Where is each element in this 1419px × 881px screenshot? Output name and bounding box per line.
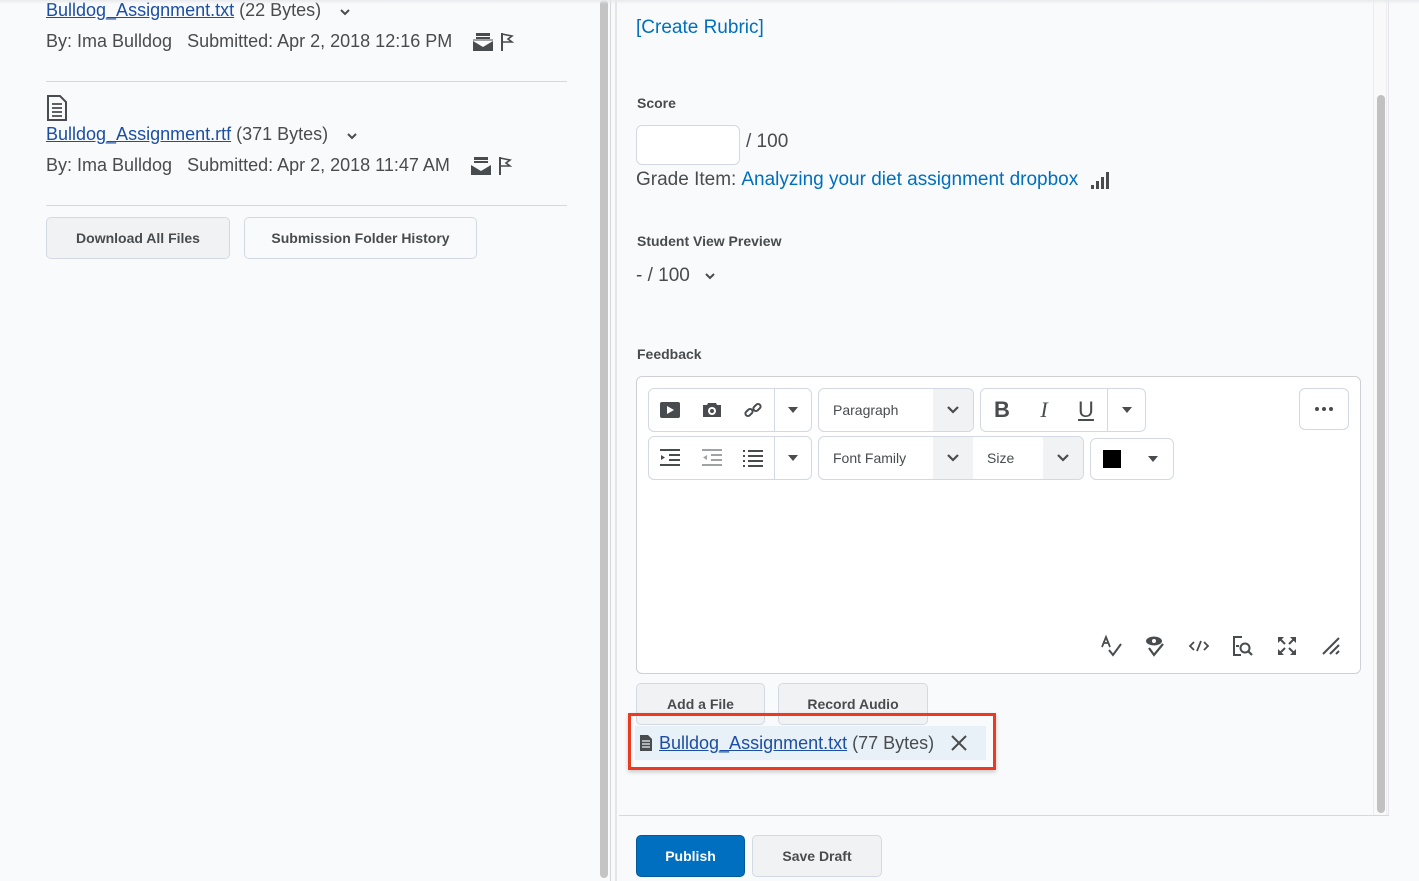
publish-button[interactable]: Publish: [636, 835, 745, 877]
score-input[interactable]: [636, 125, 740, 165]
ellipsis-icon: [1300, 389, 1348, 429]
student-view-value: - / 100: [636, 265, 690, 286]
score-label: Score: [637, 95, 676, 111]
submissions-pane: Bulldog_Assignment.txt (22 Bytes) By: Im…: [0, 0, 596, 881]
text-color-dropdown[interactable]: [1132, 439, 1173, 479]
outdent-icon[interactable]: [691, 437, 733, 479]
feedback-editor[interactable]: Paragraph B I U Font Family Size: [636, 376, 1361, 674]
submitted-date: Submitted: Apr 2, 2018 12:16 PM: [187, 31, 453, 51]
top-shadow: [0, 0, 1419, 4]
chevron-down-icon[interactable]: [933, 389, 973, 431]
more-options-button[interactable]: [1299, 388, 1349, 430]
footer-divider: [619, 815, 1389, 816]
source-code-icon[interactable]: [1188, 635, 1210, 657]
chevron-down-icon[interactable]: [1043, 437, 1083, 479]
divider: [46, 81, 567, 82]
submission-folder-history-button[interactable]: Submission Folder History: [244, 217, 477, 259]
create-rubric-link[interactable]: [Create Rubric]: [636, 17, 764, 39]
resize-handle-icon[interactable]: [1320, 635, 1342, 657]
mark-read-icon[interactable]: [472, 32, 494, 52]
accessibility-check-icon[interactable]: [1144, 635, 1166, 657]
font-family-select[interactable]: Font Family: [819, 437, 933, 479]
grade-item-link[interactable]: Analyzing your diet assignment dropbox: [741, 169, 1078, 191]
text-style-toolbar-group: B I U: [980, 388, 1146, 432]
pane-splitter[interactable]: [598, 0, 618, 881]
block-format-value: Paragraph: [833, 402, 899, 418]
bullet-list-icon[interactable]: [732, 437, 774, 479]
scrollbar[interactable]: [1373, 0, 1387, 815]
add-a-file-button[interactable]: Add a File: [636, 683, 765, 725]
bold-button[interactable]: B: [981, 389, 1023, 431]
insert-more-dropdown[interactable]: [774, 389, 811, 431]
document-icon: [639, 734, 653, 752]
underline-button[interactable]: U: [1065, 389, 1107, 431]
mark-read-icon[interactable]: [470, 156, 492, 176]
student-view-label: Student View Preview: [637, 233, 782, 249]
score-out-of: / 100: [746, 131, 789, 152]
submission-item: Bulldog_Assignment.txt (22 Bytes) By: Im…: [46, 0, 515, 52]
download-all-files-button[interactable]: Download All Files: [46, 217, 230, 259]
submission-file-link[interactable]: Bulldog_Assignment.rtf: [46, 124, 231, 145]
chevron-down-icon[interactable]: [339, 5, 351, 17]
block-format-select[interactable]: Paragraph: [818, 388, 974, 432]
preview-icon[interactable]: [1232, 635, 1254, 657]
text-color-picker[interactable]: [1090, 438, 1174, 480]
list-more-dropdown[interactable]: [774, 437, 811, 479]
text-style-more-dropdown[interactable]: [1107, 389, 1145, 431]
insert-link-icon[interactable]: [732, 389, 774, 431]
submitted-by: By: Ima Bulldog: [46, 155, 173, 175]
remove-attachment-icon[interactable]: [950, 734, 968, 752]
scrollbar-thumb[interactable]: [1377, 95, 1385, 813]
student-view-dropdown[interactable]: - / 100: [636, 265, 716, 287]
grade-item: Grade Item: Analyzing your diet assignme…: [636, 169, 1110, 191]
divider: [46, 205, 567, 206]
splitter-handle[interactable]: [600, 0, 608, 878]
list-toolbar-group: [648, 436, 812, 480]
spellcheck-icon[interactable]: [1100, 635, 1122, 657]
flag-icon[interactable]: [498, 156, 512, 176]
attachment-file-size: (77 Bytes): [852, 732, 935, 753]
feedback-label: Feedback: [637, 346, 702, 362]
font-size-select[interactable]: Size: [973, 437, 1043, 479]
chevron-down-icon[interactable]: [346, 129, 358, 141]
attachment-item: Bulldog_Assignment.txt (77 Bytes): [635, 726, 986, 760]
text-color-swatch[interactable]: [1091, 439, 1132, 479]
chevron-down-icon: [704, 270, 716, 282]
statistics-icon[interactable]: [1090, 170, 1110, 190]
submission-file-size: (371 Bytes): [236, 124, 329, 144]
insert-toolbar-group: [648, 388, 812, 432]
chevron-down-icon[interactable]: [933, 437, 973, 479]
insert-image-icon[interactable]: [691, 389, 733, 431]
record-audio-button[interactable]: Record Audio: [778, 683, 928, 725]
font-toolbar-group: Font Family Size: [818, 436, 1084, 480]
submitted-by: By: Ima Bulldog: [46, 31, 173, 51]
submission-item: Bulldog_Assignment.rtf (371 Bytes) By: I…: [46, 124, 512, 176]
submitted-date: Submitted: Apr 2, 2018 11:47 AM: [187, 155, 450, 175]
document-icon: [46, 95, 68, 126]
save-draft-button[interactable]: Save Draft: [752, 835, 882, 877]
attachment-file-link[interactable]: Bulldog_Assignment.txt: [659, 733, 847, 754]
flag-icon[interactable]: [500, 32, 515, 52]
italic-button[interactable]: I: [1023, 389, 1065, 431]
grade-item-label: Grade Item:: [636, 169, 737, 190]
fullscreen-icon[interactable]: [1276, 635, 1298, 657]
insert-video-icon[interactable]: [649, 389, 691, 431]
indent-icon[interactable]: [649, 437, 691, 479]
